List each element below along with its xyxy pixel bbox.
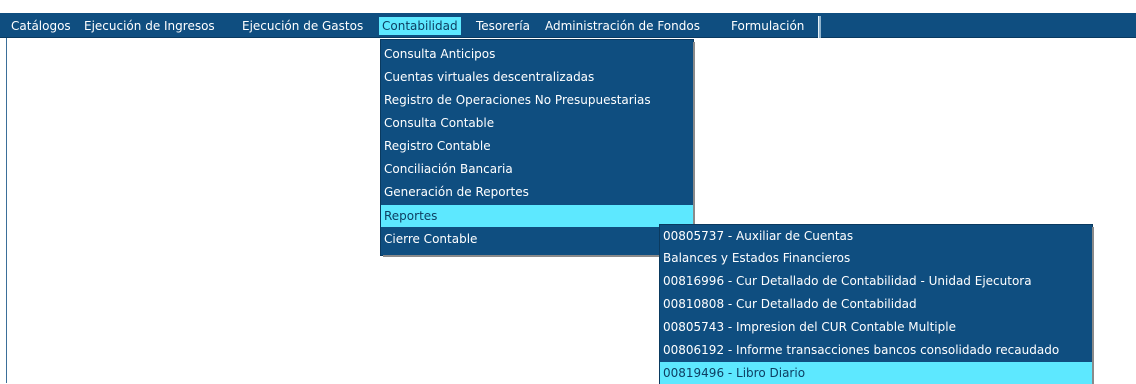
menu-item-registro-operaciones[interactable]: Registro de Operaciones No Presupuestari… <box>381 89 693 111</box>
menu-item-consulta-contable[interactable]: Consulta Contable <box>381 112 693 134</box>
submenu-item-auxiliar-cuentas[interactable]: 00805737 - Auxiliar de Cuentas <box>660 225 1092 247</box>
menu-item-registro-contable[interactable]: Registro Contable <box>381 135 693 157</box>
menu-tesoreria[interactable]: Tesorería <box>476 17 530 35</box>
submenu-item-libro-diario[interactable]: 00819496 - Libro Diario <box>660 362 1092 384</box>
page-left-border <box>6 12 7 383</box>
menu-item-conciliacion-bancaria[interactable]: Conciliación Bancaria <box>381 158 693 180</box>
menu-item-reportes[interactable]: Reportes <box>381 205 693 227</box>
menu-item-cierre-contable[interactable]: Cierre Contable <box>381 228 693 250</box>
menubar-separator <box>818 16 821 38</box>
contabilidad-dropdown: Consulta Anticipos Cuentas virtuales des… <box>381 40 693 255</box>
submenu-item-informe-transacciones[interactable]: 00806192 - Informe transacciones bancos … <box>660 339 1092 361</box>
menu-contabilidad[interactable]: Contabilidad <box>379 17 461 35</box>
menu-item-consulta-anticipos[interactable]: Consulta Anticipos <box>381 43 693 65</box>
submenu-item-cur-detallado-unidad[interactable]: 00816996 - Cur Detallado de Contabilidad… <box>660 270 1092 292</box>
menu-ejecucion-ingresos[interactable]: Ejecución de Ingresos <box>84 17 215 35</box>
menu-catalogos[interactable]: Catálogos <box>11 17 71 35</box>
reportes-submenu: 00805737 - Auxiliar de Cuentas Balances … <box>660 225 1092 384</box>
submenu-item-cur-detallado[interactable]: 00810808 - Cur Detallado de Contabilidad <box>660 293 1092 315</box>
submenu-item-impresion-cur[interactable]: 00805743 - Impresion del CUR Contable Mu… <box>660 316 1092 338</box>
menu-formulacion[interactable]: Formulación <box>731 17 804 35</box>
main-menubar: Catálogos Ejecución de Ingresos Ejecució… <box>0 12 1136 38</box>
menu-item-generacion-reportes[interactable]: Generación de Reportes <box>381 181 693 203</box>
submenu-item-balances-estados[interactable]: Balances y Estados Financieros <box>660 247 1092 269</box>
menu-administracion-fondos[interactable]: Administración de Fondos <box>545 17 700 35</box>
menu-item-cuentas-virtuales[interactable]: Cuentas virtuales descentralizadas <box>381 66 693 88</box>
menu-ejecucion-gastos[interactable]: Ejecución de Gastos <box>242 17 363 35</box>
